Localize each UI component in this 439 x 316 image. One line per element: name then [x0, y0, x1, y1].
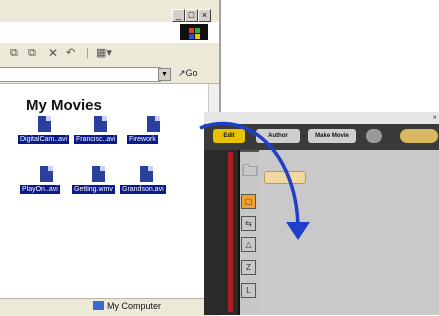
go-arrow-icon: ↗ [178, 68, 186, 78]
folder-title: My Movies [26, 97, 102, 114]
movie-maker-window: × Edit Author Make Movie 🗀 ▢ ⇆ △ Z L [204, 112, 439, 315]
address-bar: ▼ ↗Go [0, 65, 219, 84]
camera-icon[interactable] [400, 129, 438, 143]
status-location: My Computer [93, 301, 161, 311]
file-item[interactable]: Firework [127, 116, 183, 156]
video-file-icon [40, 166, 53, 182]
file-label: Getting.wmv [72, 185, 115, 194]
clip-folder-tab[interactable] [264, 171, 306, 184]
video-file-icon [38, 116, 51, 132]
explorer-title-bar: _ □ × [0, 0, 219, 22]
explorer-toolbar: ⧉ ⧉ ✕ ↶ | ▦▾ [0, 42, 219, 66]
movie-maker-sidebar [204, 150, 239, 315]
tab-author[interactable]: Author [256, 129, 300, 143]
close-icon[interactable]: × [432, 113, 437, 122]
file-label: Firework [127, 135, 158, 144]
file-item[interactable]: Grandson.avi [120, 166, 176, 206]
status-location-label: My Computer [107, 301, 162, 311]
file-label: Francisc..avi [74, 135, 118, 144]
disc-icon[interactable] [366, 129, 382, 143]
file-item[interactable]: PlayOn..avi [20, 166, 76, 206]
minimize-button[interactable]: _ [172, 9, 185, 22]
close-button[interactable]: × [198, 9, 211, 22]
movie-maker-title-bar: × [204, 112, 439, 124]
windows-logo-icon [180, 24, 208, 40]
panel-divider [238, 150, 240, 315]
file-label: Grandson.avi [120, 185, 166, 194]
video-file-icon [140, 166, 153, 182]
my-computer-icon [93, 301, 104, 310]
effects-icon[interactable]: △ [241, 237, 256, 252]
file-item[interactable]: Francisc..avi [74, 116, 130, 156]
copy-to-icon[interactable]: ⧉ [28, 47, 36, 59]
file-label: DigitalCam..avi [18, 135, 70, 144]
separator-icon: | [86, 47, 89, 59]
go-label: Go [185, 68, 198, 78]
video-file-icon [94, 116, 107, 132]
status-bar: My Computer [0, 298, 219, 316]
explorer-window: _ □ × ⧉ ⧉ ✕ ↶ | ▦▾ ▼ ↗Go My Movies Digit… [0, 0, 221, 316]
move-to-icon[interactable]: ⧉ [10, 47, 18, 59]
address-input[interactable] [0, 67, 161, 82]
tab-make-movie[interactable]: Make Movie [308, 129, 356, 143]
address-dropdown-icon[interactable]: ▼ [158, 68, 171, 81]
video-file-icon [92, 166, 105, 182]
undo-icon[interactable]: ↶ [66, 47, 75, 59]
music-icon[interactable]: L [241, 283, 256, 298]
delete-icon[interactable]: ✕ [48, 47, 58, 59]
titles-icon[interactable]: Z [241, 260, 256, 275]
file-item[interactable]: DigitalCam..avi [18, 116, 74, 156]
go-button[interactable]: ↗Go [178, 68, 198, 79]
sidebar-rail [228, 152, 233, 312]
restore-button[interactable]: □ [185, 9, 198, 22]
tab-edit[interactable]: Edit [213, 129, 245, 143]
file-label: PlayOn..avi [20, 185, 60, 194]
transition-icon[interactable]: ⇆ [241, 216, 256, 231]
views-icon[interactable]: ▦▾ [96, 47, 112, 59]
movie-maker-tab-bar: Edit Author Make Movie [204, 124, 439, 152]
clip-icon[interactable]: ▢ [241, 194, 256, 209]
folder-icon[interactable]: 🗀 [242, 164, 258, 180]
video-file-icon [147, 116, 160, 132]
